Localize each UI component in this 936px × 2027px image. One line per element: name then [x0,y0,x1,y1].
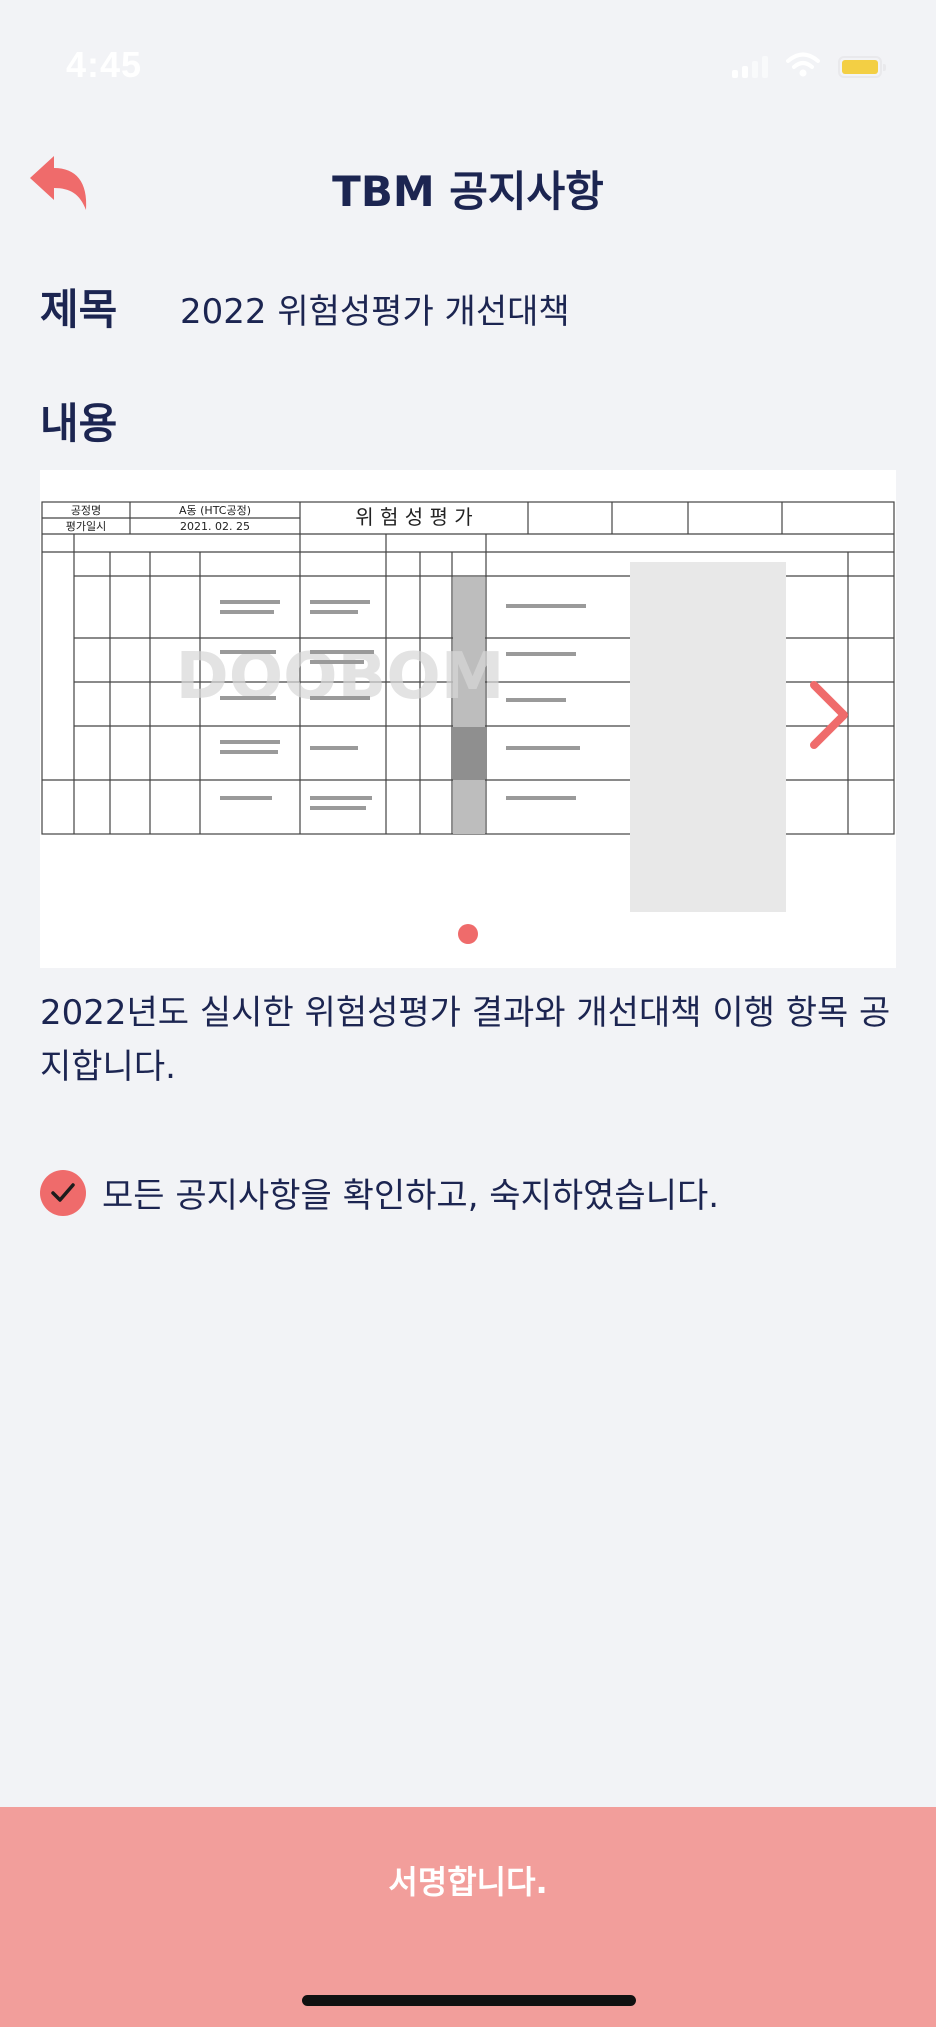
risk-assessment-document: 공정명 A동 (HTC공정) 평가일시 2021. 02. 25 위 험 성 평… [41,501,895,912]
checkmark-icon [40,1169,86,1216]
next-image-button[interactable] [800,675,860,755]
cellular-signal-icon [732,54,768,78]
status-time: 4:45 [66,44,143,85]
chevron-right-icon [810,681,848,749]
status-icons [732,52,886,78]
page-title: TBM 공지사항 [332,167,604,216]
sign-button-label: 서명합니다. [388,1863,548,1901]
doc-process-label: 공정명 [71,504,101,517]
title-label: 제목 [40,285,118,334]
carousel-page-indicator [458,924,478,944]
doc-date-label: 평가일시 [66,519,106,533]
wifi-icon [786,52,820,77]
confirm-label: 모든 공지사항을 확인하고, 숙지하였습니다. [102,1176,720,1216]
doc-process-value: A동 (HTC공정) [179,504,251,517]
status-bar: 4:45 [0,0,936,120]
content-text: 2022년도 실시한 위험성평가 결과와 개선대책 이행 항목 공지합니다. [40,993,891,1087]
title-value: 2022 위험성평가 개선대책 [180,292,570,332]
content-label: 내용 [40,399,118,448]
home-indicator [302,1995,636,2006]
confirm-checkbox[interactable]: 모든 공지사항을 확인하고, 숙지하였습니다. [40,1168,719,1217]
header: TBM 공지사항 [0,140,936,230]
doc-date-value: 2021. 02. 25 [180,520,250,533]
sign-button[interactable]: 서명합니다. [0,1807,936,2027]
battery-icon [838,56,886,78]
doc-main-title: 위 험 성 평 가 [355,505,472,529]
attachment-image[interactable]: 공정명 A동 (HTC공정) 평가일시 2021. 02. 25 위 험 성 평… [40,470,896,968]
